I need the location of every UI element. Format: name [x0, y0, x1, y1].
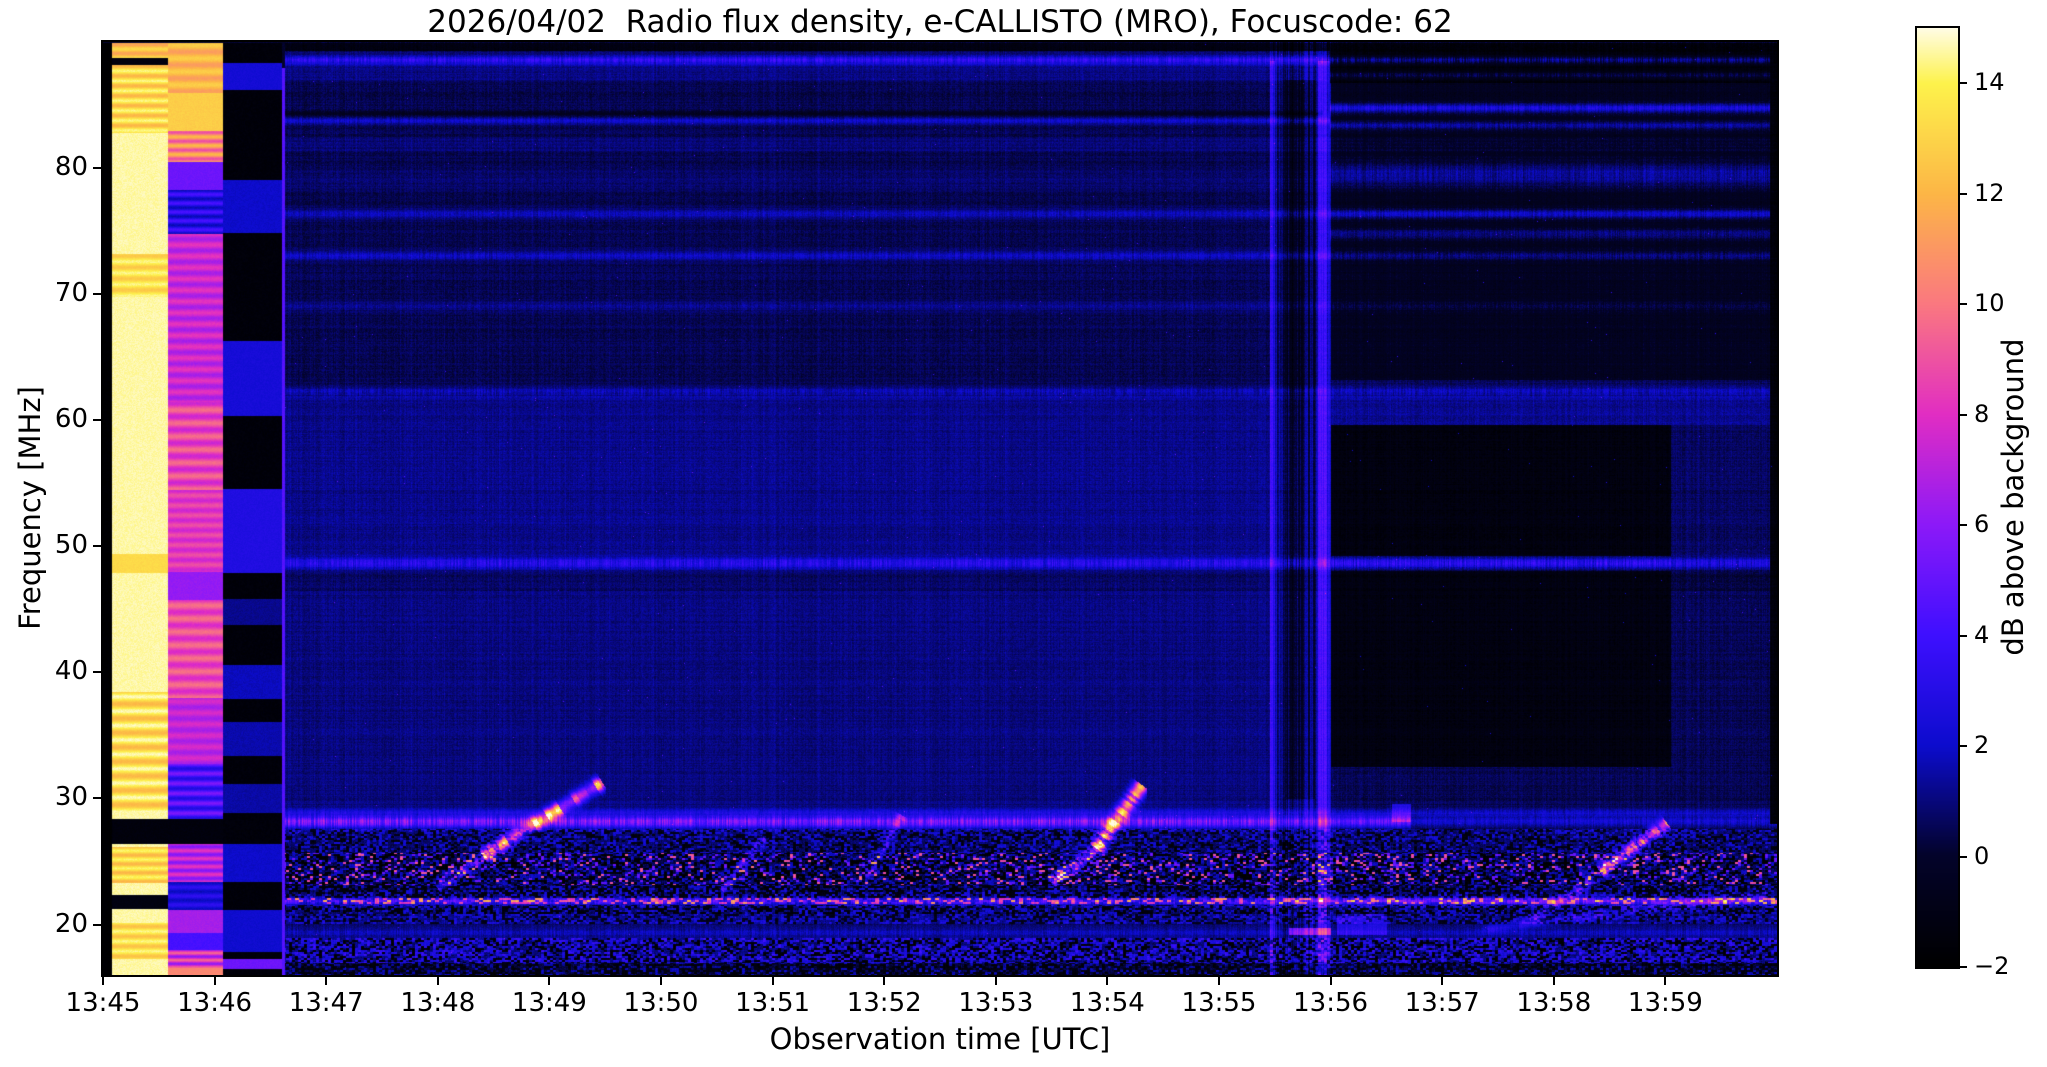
- colorbar-tick-label: 0: [1974, 841, 1990, 870]
- colorbar-tick-mark: [1960, 855, 1967, 858]
- y-tick-mark: [93, 545, 101, 548]
- colorbar-tick-mark: [1960, 745, 1967, 748]
- colorbar-tick-mark: [1960, 966, 1967, 968]
- colorbar-tick-mark: [1960, 413, 1967, 416]
- chart-title: 2026/04/02 Radio flux density, e-CALLIST…: [427, 4, 1453, 40]
- x-tick-label: 13:47: [288, 988, 364, 1018]
- x-tick-label: 13:57: [1404, 988, 1480, 1018]
- y-tick-label: 70: [54, 278, 88, 309]
- x-tick-mark: [1441, 977, 1444, 985]
- colorbar-tick-mark: [1960, 82, 1967, 85]
- colorbar-label: dB above background: [1996, 338, 2030, 656]
- y-tick-label: 80: [54, 152, 88, 183]
- colorbar-gradient: [1917, 28, 1958, 967]
- x-tick-mark: [1664, 977, 1667, 985]
- x-tick-label: 13:48: [400, 988, 476, 1018]
- x-axis-label: Observation time [UTC]: [769, 1022, 1111, 1056]
- x-tick-label: 13:49: [511, 988, 587, 1018]
- spectrogram-figure: 2026/04/02 Radio flux density, e-CALLIST…: [0, 0, 2047, 1067]
- colorbar-tick-mark: [1960, 524, 1967, 527]
- y-tick-mark: [93, 923, 101, 926]
- x-tick-label: 13:58: [1516, 988, 1592, 1018]
- x-tick-label: 13:56: [1293, 988, 1369, 1018]
- colorbar-tick-mark: [1960, 303, 1967, 306]
- y-tick-label: 30: [54, 782, 88, 813]
- x-tick-mark: [1552, 977, 1555, 985]
- x-tick-mark: [1218, 977, 1220, 985]
- colorbar-tick-label: 10: [1974, 289, 2005, 318]
- colorbar-tick-label: 6: [1974, 510, 1990, 539]
- x-tick-mark: [325, 977, 328, 985]
- x-tick-mark: [102, 977, 104, 985]
- x-tick-mark: [994, 977, 997, 985]
- x-tick-mark: [660, 977, 662, 985]
- y-tick-mark: [93, 419, 101, 422]
- x-tick-label: 13:53: [958, 988, 1034, 1018]
- y-tick-label: 60: [54, 404, 88, 435]
- x-tick-label: 13:54: [1069, 988, 1145, 1018]
- colorbar-tick-label: 14: [1974, 68, 2005, 97]
- x-tick-label: 13:50: [623, 988, 699, 1018]
- y-tick-mark: [93, 167, 101, 170]
- y-tick-label: 40: [54, 656, 88, 687]
- x-tick-mark: [771, 977, 774, 985]
- x-tick-mark: [213, 977, 216, 985]
- x-tick-label: 13:51: [735, 988, 811, 1018]
- colorbar-tick-label: 4: [1974, 620, 1990, 649]
- y-tick-label: 20: [54, 908, 88, 939]
- x-tick-label: 13:45: [65, 988, 141, 1018]
- colorbar-tick-label: −2: [1974, 952, 2010, 980]
- x-tick-mark: [883, 977, 886, 985]
- x-tick-mark: [1106, 977, 1109, 985]
- x-tick-label: 13:59: [1627, 988, 1703, 1018]
- colorbar-tick-mark: [1960, 192, 1967, 195]
- x-tick-mark: [548, 977, 551, 985]
- x-tick-label: 13:46: [177, 988, 253, 1018]
- y-tick-mark: [93, 293, 101, 296]
- colorbar-tick-label: 12: [1974, 178, 2005, 207]
- x-tick-mark: [436, 977, 439, 985]
- colorbar-tick-label: 2: [1974, 731, 1990, 760]
- colorbar-tick-label: 8: [1974, 399, 1990, 428]
- x-tick-label: 13:52: [846, 988, 922, 1018]
- x-tick-label: 13:55: [1181, 988, 1257, 1018]
- colorbar-tick-mark: [1960, 634, 1967, 637]
- y-tick-mark: [93, 671, 101, 674]
- y-tick-label: 50: [54, 530, 88, 561]
- y-tick-mark: [93, 797, 101, 800]
- x-tick-mark: [1329, 977, 1332, 985]
- spectrogram-canvas: [103, 42, 1777, 975]
